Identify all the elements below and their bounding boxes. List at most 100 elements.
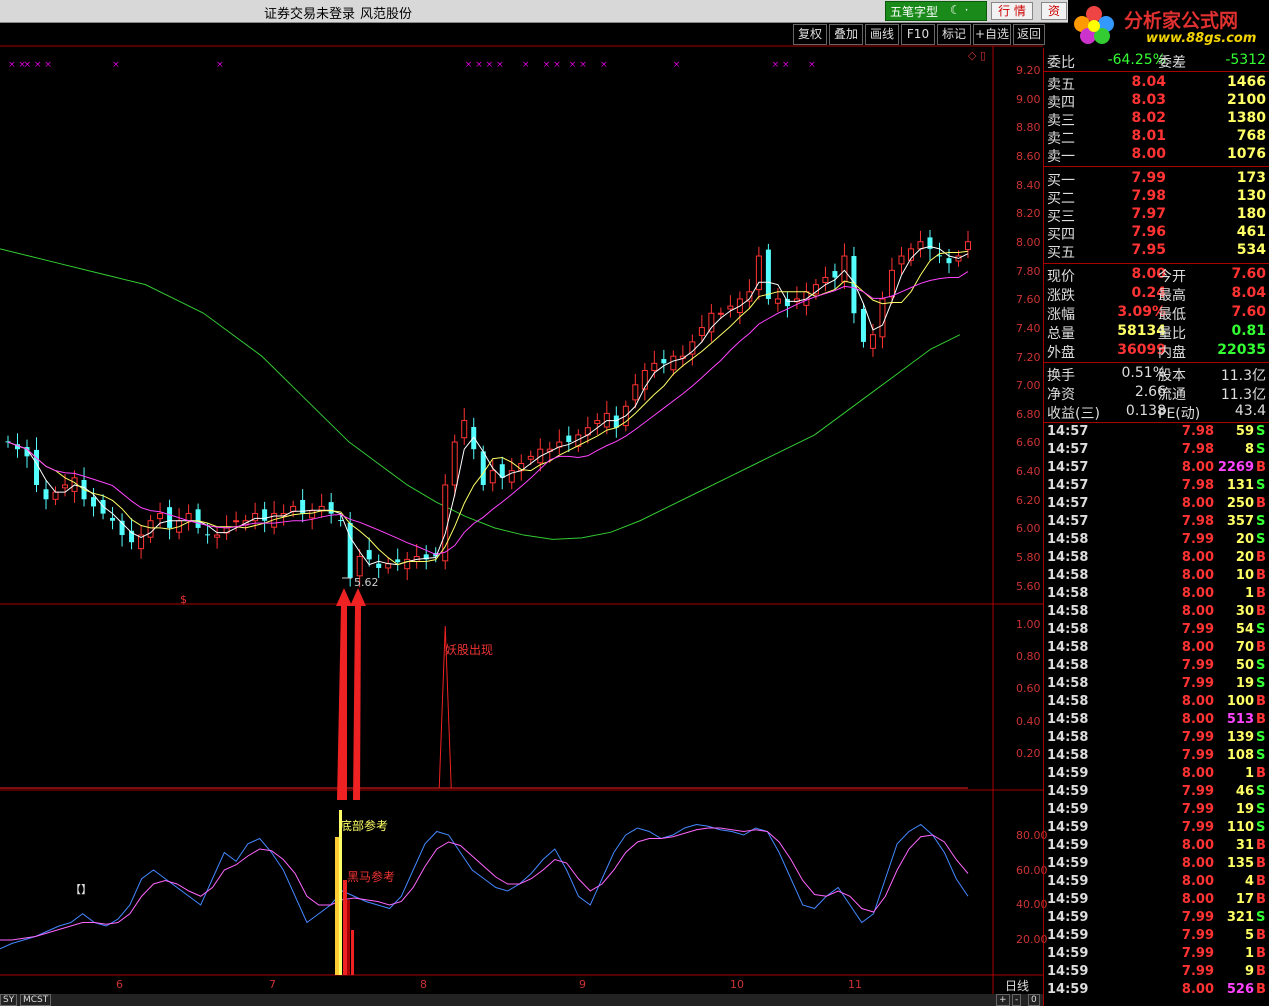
tick-side: S bbox=[1256, 424, 1266, 439]
candle-body bbox=[489, 470, 496, 484]
stock-chart[interactable]: ◇ ▯ × ×× × × × × × × × × × × × × × × × × × × bbox=[0, 0, 1043, 994]
zoom-reset-button[interactable]: 0 bbox=[1028, 994, 1040, 1006]
quote-value: 8.00 bbox=[1131, 266, 1166, 282]
tick-time: 14:59 bbox=[1047, 982, 1089, 997]
tick-side: B bbox=[1256, 550, 1266, 565]
zoom-out-button[interactable]: - bbox=[1012, 994, 1022, 1006]
tick-side: B bbox=[1256, 982, 1266, 997]
price-tick-label: 8.40 bbox=[1016, 178, 1041, 192]
weicha-label: 委差 bbox=[1158, 55, 1186, 71]
fund-value: 0.138 bbox=[1125, 403, 1166, 419]
sell-level-volume: 1380 bbox=[1227, 110, 1266, 126]
candle-body bbox=[527, 455, 534, 460]
tick-volume: 4 bbox=[1244, 874, 1254, 889]
tab-sy[interactable]: SY bbox=[0, 994, 18, 1006]
tick-time: 14:58 bbox=[1047, 586, 1089, 601]
tick-row: 14:57 7.98 357 S bbox=[1044, 514, 1269, 532]
signal-x-marker: × bbox=[579, 60, 587, 70]
tick-volume: 5 bbox=[1244, 928, 1254, 943]
tick-time: 14:59 bbox=[1047, 838, 1089, 853]
tick-volume: 30 bbox=[1235, 604, 1254, 619]
buy-level-price: 7.96 bbox=[1131, 224, 1166, 240]
candle-body bbox=[594, 420, 601, 424]
tick-time: 14:58 bbox=[1047, 658, 1089, 673]
candle-body bbox=[214, 534, 221, 538]
fund-label: 流通 bbox=[1158, 387, 1186, 403]
price-tick-label: 8.80 bbox=[1016, 121, 1041, 135]
indicator-tick-label: 0.20 bbox=[1016, 746, 1041, 760]
tick-row: 14:59 7.99 110 S bbox=[1044, 820, 1269, 838]
candle-body bbox=[613, 415, 619, 428]
window-icon[interactable]: ▯ bbox=[980, 49, 986, 62]
tick-side: S bbox=[1256, 658, 1266, 673]
quote-value: 0.24 bbox=[1131, 285, 1166, 301]
tick-time: 14:57 bbox=[1047, 442, 1089, 457]
tick-time: 14:59 bbox=[1047, 802, 1089, 817]
candle-body bbox=[888, 269, 895, 298]
candle-body bbox=[946, 258, 952, 264]
tick-side: B bbox=[1256, 712, 1266, 727]
signal-x-marker: × bbox=[553, 60, 561, 70]
tick-row: 14:59 7.99 1 B bbox=[1044, 946, 1269, 964]
candle-body bbox=[698, 327, 705, 336]
period-label[interactable]: 日线 bbox=[1005, 977, 1029, 994]
tab-mcst[interactable]: MCST bbox=[20, 994, 52, 1006]
tick-volume: 100 bbox=[1226, 694, 1254, 709]
tick-row: 14:59 8.00 526 B bbox=[1044, 982, 1269, 1000]
tick-time: 14:58 bbox=[1047, 604, 1089, 619]
tick-side: B bbox=[1256, 640, 1266, 655]
signal-x-marker: × bbox=[522, 60, 530, 70]
tick-time: 14:59 bbox=[1047, 874, 1089, 889]
tick-side: B bbox=[1256, 928, 1266, 943]
candle-body bbox=[898, 255, 905, 265]
tick-side: S bbox=[1256, 910, 1266, 925]
weibi-value: -64.25% bbox=[1107, 52, 1166, 68]
signal-x-marker: × bbox=[600, 60, 608, 70]
tick-volume: 139 bbox=[1226, 730, 1254, 745]
quote-label: 最低 bbox=[1158, 307, 1186, 323]
sell-level-price: 8.02 bbox=[1131, 110, 1166, 126]
candlesticks bbox=[5, 229, 971, 588]
diamond-icon[interactable]: ◇ bbox=[968, 49, 977, 62]
flower-logo-icon bbox=[1074, 6, 1114, 44]
tick-time: 14:59 bbox=[1047, 766, 1089, 781]
buy-level-label: 买三 bbox=[1047, 209, 1075, 225]
tick-side: S bbox=[1256, 730, 1266, 745]
quote-value: 7.60 bbox=[1231, 266, 1266, 282]
candle-body bbox=[917, 241, 924, 250]
buy-level-volume: 461 bbox=[1236, 224, 1266, 240]
quote-value: 3.09% bbox=[1117, 304, 1166, 320]
tick-volume: 9 bbox=[1244, 964, 1254, 979]
signal-bar bbox=[351, 930, 354, 975]
fund-value: 0.51% bbox=[1121, 365, 1166, 381]
zoom-in-button[interactable]: + bbox=[996, 994, 1010, 1006]
candle-body bbox=[566, 435, 572, 443]
candle-body bbox=[356, 556, 363, 577]
indicator-tick-label: 0.40 bbox=[1016, 714, 1041, 728]
tick-row: 14:59 8.00 17 B bbox=[1044, 892, 1269, 910]
info-button[interactable]: 资 bbox=[1041, 2, 1067, 20]
tick-volume: 50 bbox=[1235, 658, 1254, 673]
buy-level-row: 买二 7.98 130 bbox=[1044, 188, 1269, 207]
buy-level-row: 买一 7.99 173 bbox=[1044, 170, 1269, 189]
candle-body bbox=[338, 520, 344, 522]
tick-volume: 19 bbox=[1235, 676, 1254, 691]
tick-volume: 135 bbox=[1226, 856, 1254, 871]
tick-volume: 250 bbox=[1226, 496, 1254, 511]
tick-side: B bbox=[1256, 874, 1266, 889]
candle-body bbox=[651, 362, 658, 371]
quote-value: 0.81 bbox=[1231, 323, 1266, 339]
signal-x-marker: × bbox=[569, 60, 577, 70]
quote-panel: 委比 -64.25% 委差 -5312 卖五 8.04 1466 卖四 8.03 2100… bbox=[1043, 48, 1269, 1006]
buy-level-row: 买三 7.97 180 bbox=[1044, 206, 1269, 225]
fund-value: 11.3亿 bbox=[1220, 368, 1266, 384]
signal-x-marker: × bbox=[44, 60, 52, 70]
tick-time: 14:58 bbox=[1047, 712, 1089, 727]
signal-x-marker: × bbox=[782, 60, 790, 70]
tick-row: 14:58 8.00 513 B bbox=[1044, 712, 1269, 730]
bracket-icon[interactable]: 【】 bbox=[70, 881, 92, 897]
tick-volume: 19 bbox=[1235, 802, 1254, 817]
quote-label: 最高 bbox=[1158, 288, 1186, 304]
tick-row: 14:59 8.00 31 B bbox=[1044, 838, 1269, 856]
tick-row: 14:57 7.98 8 S bbox=[1044, 442, 1269, 460]
